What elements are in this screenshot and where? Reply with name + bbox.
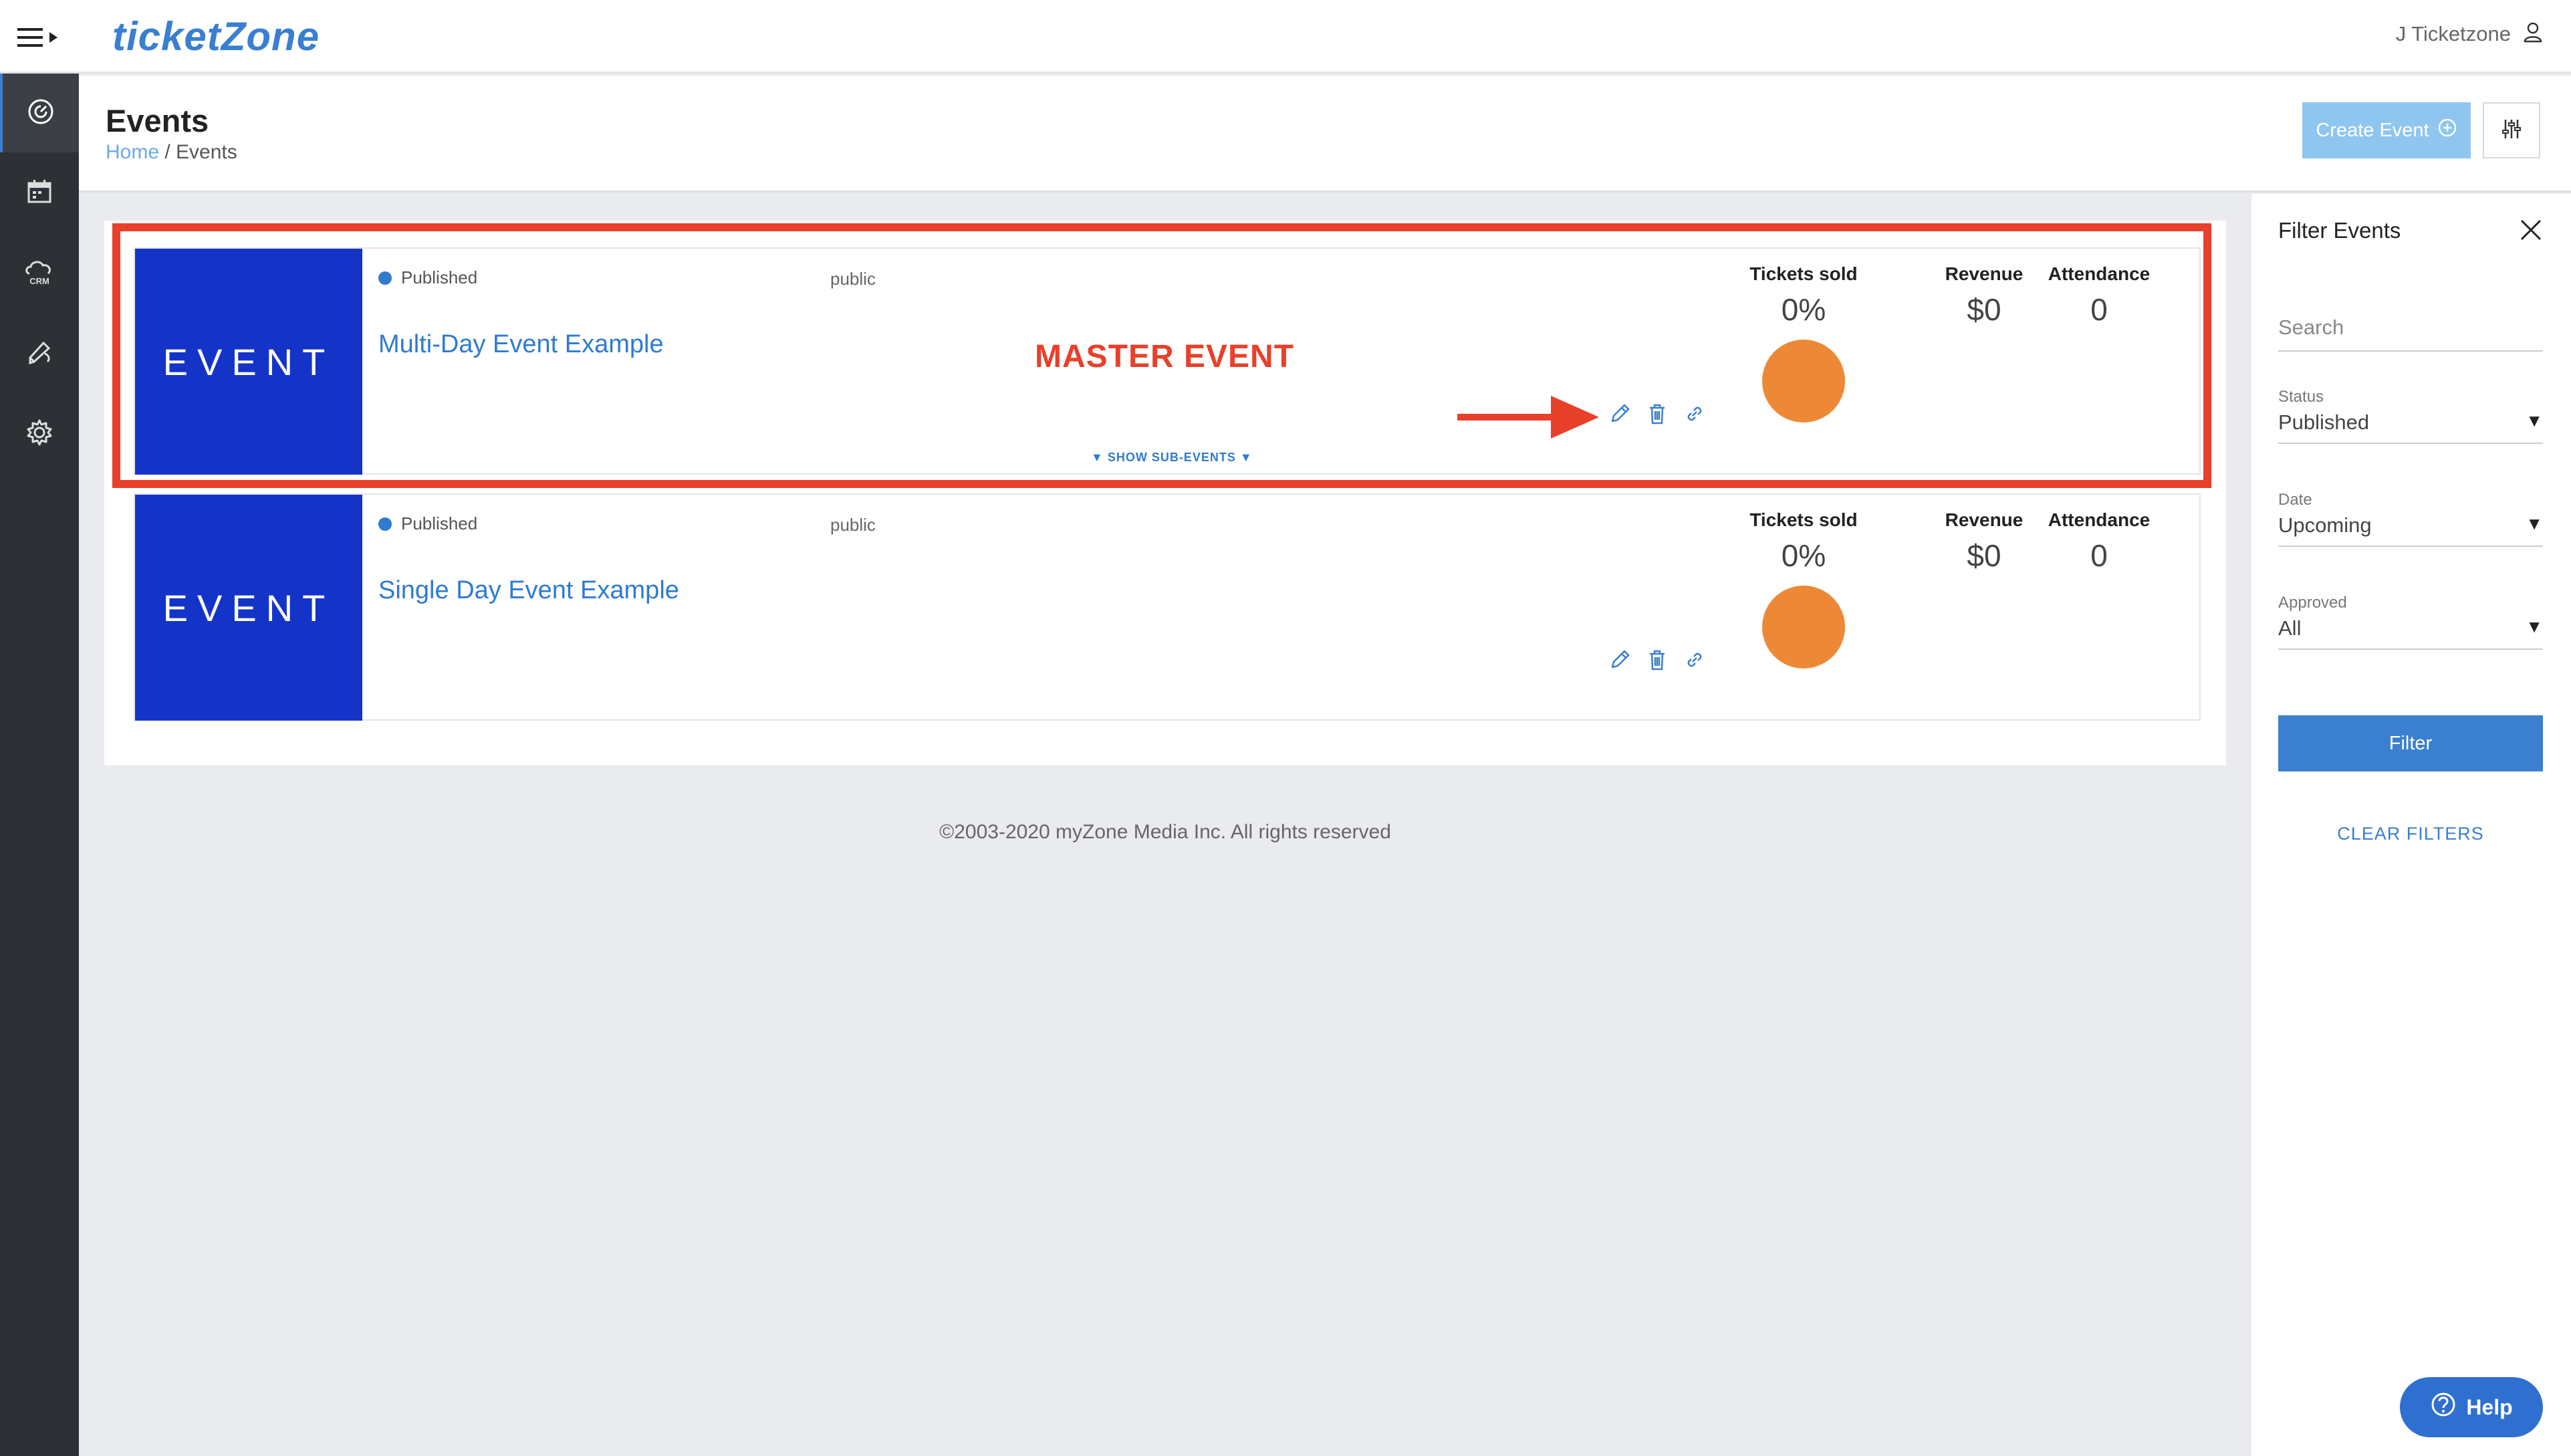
attendance-stat: Attendance 0	[2039, 509, 2159, 574]
event-status-label: Published	[401, 513, 478, 533]
user-icon	[2523, 21, 2543, 46]
sidebar-item-events[interactable]	[0, 154, 79, 233]
filter-toggle-button[interactable]	[2483, 102, 2540, 158]
app-logo[interactable]: ticketZone	[112, 13, 320, 59]
event-actions	[1608, 648, 1706, 671]
chevron-down-icon: ▼	[2526, 616, 2543, 636]
chevron-down-icon: ▼	[2526, 410, 2543, 431]
breadcrumb-home-link[interactable]: Home	[106, 141, 159, 163]
search-input[interactable]	[2278, 316, 2543, 346]
status-selected-value: Published	[2278, 410, 2370, 434]
filter-button[interactable]: Filter	[2278, 715, 2543, 771]
clear-filters-link[interactable]: CLEAR FILTERS	[2278, 824, 2543, 844]
svg-text:CRM: CRM	[29, 276, 49, 286]
tickets-sold-pie-chart	[1762, 586, 1845, 669]
user-name: J Ticketzone	[2395, 21, 2511, 45]
event-card[interactable]: EVENT Published public Single Day Event …	[134, 493, 2201, 721]
breadcrumb-current: Events	[176, 141, 237, 163]
breadcrumb: Home / Events	[106, 141, 237, 164]
create-event-button[interactable]: Create Event	[2302, 102, 2471, 158]
event-title-link[interactable]: Single Day Event Example	[378, 576, 679, 605]
page-header: Events Home / Events Create Event	[79, 76, 2571, 193]
approved-select[interactable]: Approved All ▼	[2278, 594, 2543, 650]
master-event-annotation: MASTER EVENT	[1035, 339, 1295, 374]
filter-panel: Filter Events Status Published ▼ Date Up…	[2251, 194, 2571, 1456]
date-select[interactable]: Date Upcoming ▼	[2278, 491, 2543, 547]
filter-panel-title: Filter Events	[2278, 218, 2401, 243]
footer-copyright: ©2003-2020 myZone Media Inc. All rights …	[939, 821, 1391, 843]
close-icon[interactable]	[2518, 217, 2544, 243]
edit-icon[interactable]	[1608, 648, 1631, 671]
revenue-value: $0	[1967, 538, 2001, 573]
settings-icon	[25, 418, 54, 451]
attendance-label: Attendance	[2048, 509, 2151, 530]
sliders-icon	[2499, 117, 2524, 144]
plus-circle-icon	[2437, 118, 2457, 143]
top-bar: ticketZone J Ticketzone	[0, 0, 2571, 74]
delete-icon[interactable]	[1647, 648, 1667, 671]
event-status: Published	[378, 513, 477, 534]
sidebar-item-marketing[interactable]	[0, 314, 79, 393]
date-selected-value: Upcoming	[2278, 513, 2372, 537]
tickets-sold-value: 0%	[1781, 538, 1826, 573]
status-select[interactable]: Status Published ▼	[2278, 388, 2543, 444]
event-thumbnail[interactable]: EVENT	[135, 495, 362, 721]
crm-icon: CRM	[23, 257, 56, 290]
user-menu[interactable]: J Ticketzone	[2396, 21, 2543, 46]
approved-field-label: Approved	[2278, 594, 2347, 612]
arrow-right-icon	[1457, 392, 1599, 446]
tickets-sold-stat: Tickets sold 0%	[1743, 509, 1864, 574]
search-field	[2278, 316, 2543, 352]
dashboard-icon	[26, 97, 55, 130]
marketing-icon	[25, 338, 54, 370]
menu-toggle-icon[interactable]	[17, 24, 64, 51]
chevron-down-icon: ▼	[2526, 513, 2543, 533]
revenue-stat: Revenue $0	[1924, 509, 2044, 574]
breadcrumb-separator: /	[159, 141, 176, 163]
page-title: Events	[106, 103, 209, 138]
help-label: Help	[2466, 1394, 2513, 1419]
date-field-label: Date	[2278, 491, 2312, 509]
event-visibility: public	[830, 515, 876, 535]
sidebar-item-crm[interactable]: CRM	[0, 234, 79, 313]
attendance-value: 0	[2090, 538, 2108, 573]
link-icon[interactable]	[1683, 648, 1706, 671]
help-icon	[2430, 1391, 2457, 1423]
status-field-label: Status	[2278, 388, 2324, 406]
revenue-label: Revenue	[1945, 509, 2024, 530]
approved-selected-value: All	[2278, 616, 2302, 640]
sidebar-item-dashboard[interactable]	[0, 74, 79, 152]
calendar-icon	[25, 177, 54, 210]
sidebar-item-settings[interactable]	[0, 394, 79, 473]
status-dot-icon	[378, 517, 392, 531]
sidebar: CRM	[0, 74, 79, 1456]
tickets-sold-label: Tickets sold	[1749, 509, 1858, 530]
create-event-label: Create Event	[2316, 119, 2429, 141]
help-button[interactable]: Help	[2400, 1377, 2543, 1437]
